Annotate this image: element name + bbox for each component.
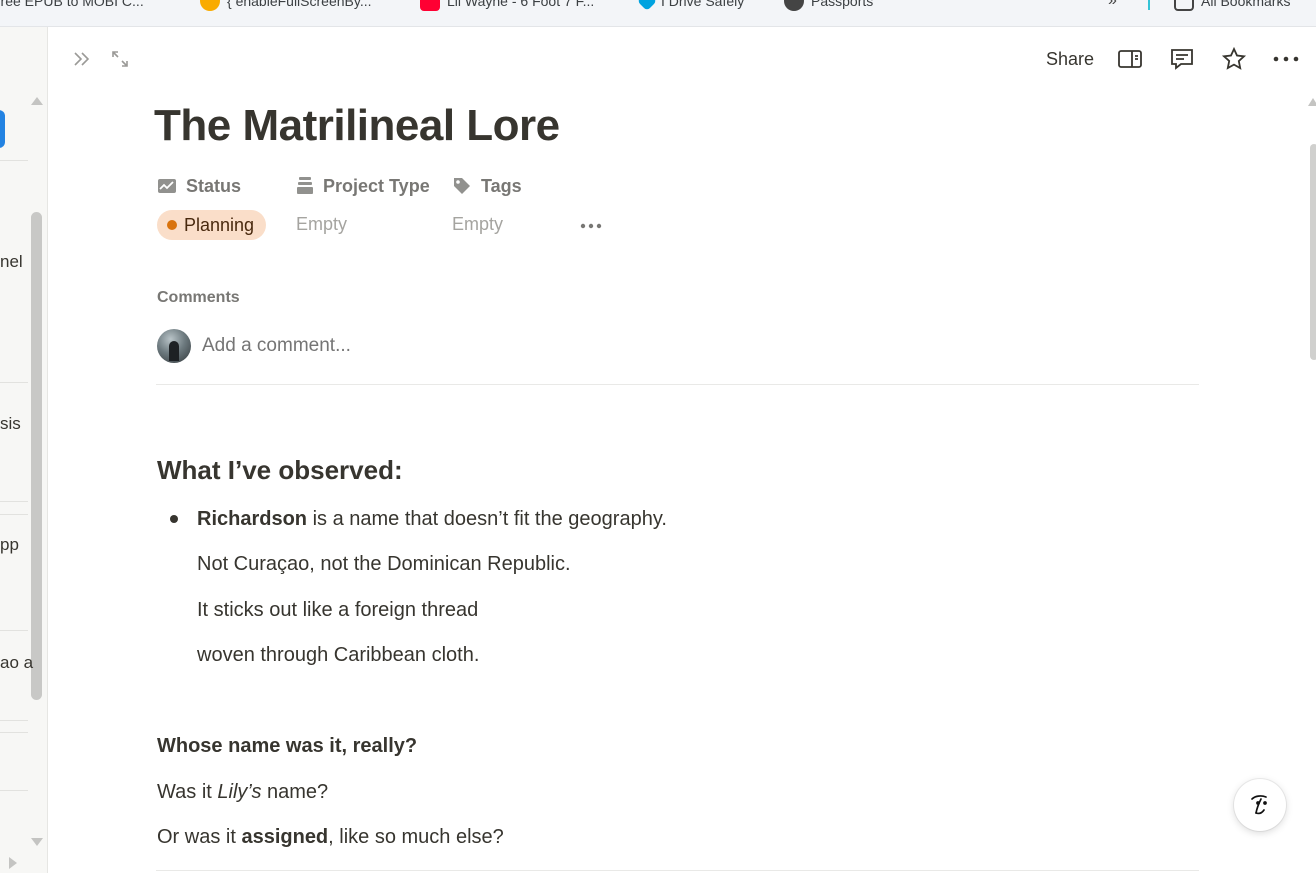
bookmark-label: Passports bbox=[811, 0, 874, 9]
folder-icon bbox=[1174, 0, 1194, 11]
comment-icon[interactable] bbox=[1166, 43, 1198, 75]
bold-text: Whose name was it, really? bbox=[157, 735, 418, 757]
italic-text: Lily’s bbox=[217, 781, 262, 803]
status-label: Status bbox=[186, 175, 242, 196]
tags-value[interactable]: Empty bbox=[452, 214, 503, 235]
status-value: Planning bbox=[184, 214, 255, 235]
bullet-item[interactable]: Richardson is a name that doesn’t fit th… bbox=[197, 508, 667, 531]
project-type-label: Project Type bbox=[323, 175, 430, 196]
sidebar-divider bbox=[0, 501, 28, 502]
bookmarks-bar: Free EPUB to MOBI C... { enableFullScree… bbox=[0, 0, 1316, 27]
star-icon[interactable] bbox=[1218, 43, 1250, 75]
sidebar-toggle-icon[interactable] bbox=[1114, 43, 1146, 75]
section-heading[interactable]: What I’ve observed: bbox=[157, 455, 403, 486]
status-dot bbox=[167, 220, 177, 230]
bold-text: assigned bbox=[241, 826, 329, 848]
text: Or was it bbox=[157, 826, 242, 848]
bookmark-label: I Drive Safely bbox=[661, 0, 745, 9]
comment-row bbox=[157, 329, 502, 363]
bookmark-label: Free EPUB to MOBI C... bbox=[0, 0, 144, 9]
page-actions: Share bbox=[1038, 43, 1302, 75]
bookmark-label: All Bookmarks bbox=[1201, 0, 1291, 9]
youtube-icon bbox=[420, 0, 440, 11]
sidebar-item[interactable]: ao a bbox=[0, 653, 33, 673]
status-property-label[interactable]: Status bbox=[157, 176, 296, 197]
question-heading[interactable]: Whose name was it, really? bbox=[157, 735, 417, 758]
bookmark-item[interactable]: I Drive Safely bbox=[637, 0, 745, 11]
status-icon bbox=[158, 179, 176, 193]
bookmarks-overflow-icon[interactable]: » bbox=[1108, 0, 1117, 10]
sidebar-item[interactable]: pp bbox=[0, 535, 19, 555]
bookmark-item[interactable]: { enableFullScreenBy... bbox=[200, 0, 372, 11]
bullet-line[interactable]: woven through Caribbean cloth. bbox=[197, 644, 479, 667]
page-scrollbar[interactable] bbox=[1310, 144, 1316, 360]
comment-input[interactable] bbox=[202, 335, 502, 357]
sidebar-peek: nel sis pp ao a bbox=[0, 27, 48, 873]
text: Was it bbox=[157, 781, 218, 803]
paragraph[interactable]: Was it Lily’s name? bbox=[157, 781, 328, 804]
bookmark-label: { enableFullScreenBy... bbox=[227, 0, 372, 9]
peek-controls bbox=[70, 47, 132, 71]
scroll-down-arrow-icon[interactable] bbox=[31, 838, 43, 846]
scroll-up-arrow-icon[interactable] bbox=[31, 97, 43, 105]
comments-label: Comments bbox=[157, 289, 240, 306]
sidebar-divider bbox=[0, 790, 28, 791]
comments-divider bbox=[156, 384, 1199, 385]
text: name? bbox=[261, 781, 329, 803]
more-properties-icon[interactable] bbox=[580, 212, 602, 235]
bookmark-item[interactable]: All Bookmarks bbox=[1174, 0, 1290, 11]
scroll-right-arrow-icon[interactable] bbox=[9, 857, 17, 869]
share-button[interactable]: Share bbox=[1038, 45, 1102, 74]
bullet-text: is a name that doesn’t fit the geography… bbox=[307, 508, 667, 530]
project-type-value[interactable]: Empty bbox=[296, 214, 347, 235]
idrive-icon bbox=[637, 0, 657, 11]
sidebar-divider bbox=[0, 630, 28, 631]
bookmark-item[interactable]: Free EPUB to MOBI C... bbox=[0, 0, 144, 11]
bookmark-item[interactable]: Lil Wayne - 6 Foot 7 F... bbox=[420, 0, 594, 11]
page-title[interactable]: The Matrilineal Lore bbox=[154, 101, 560, 151]
tag-icon bbox=[454, 178, 470, 194]
sidebar-scrollbar[interactable] bbox=[31, 212, 42, 700]
sidebar-item[interactable]: sis bbox=[0, 414, 21, 434]
status-badge[interactable]: Planning bbox=[157, 210, 267, 240]
ai-assistant-button[interactable] bbox=[1234, 779, 1286, 831]
globe-icon bbox=[784, 0, 804, 11]
more-icon[interactable] bbox=[1270, 43, 1302, 75]
sidebar-divider bbox=[0, 382, 28, 383]
sidebar-divider bbox=[0, 160, 28, 161]
project-type-property-label[interactable]: Project Type bbox=[296, 176, 452, 197]
bullet-line[interactable]: It sticks out like a foreign thread bbox=[197, 599, 478, 622]
bold-text: Richardson bbox=[197, 508, 308, 530]
ai-face-icon bbox=[1251, 795, 1267, 815]
close-peek-icon[interactable] bbox=[70, 47, 94, 71]
sidebar-divider bbox=[0, 514, 28, 515]
paragraph[interactable]: Or was it assigned, like so much else? bbox=[157, 826, 504, 849]
page-scroll-up-icon[interactable] bbox=[1308, 98, 1316, 106]
bookmark-label: Lil Wayne - 6 Foot 7 F... bbox=[447, 0, 595, 9]
tags-property-label[interactable]: Tags bbox=[452, 176, 522, 197]
bullet-line[interactable]: Not Curaçao, not the Dominican Republic. bbox=[197, 553, 571, 576]
sidebar-selected-indicator[interactable] bbox=[0, 110, 5, 148]
tags-label: Tags bbox=[481, 175, 522, 196]
stack-icon bbox=[297, 177, 313, 194]
emoji-icon bbox=[200, 0, 220, 11]
content-divider bbox=[156, 870, 1199, 871]
expand-icon[interactable] bbox=[108, 47, 132, 71]
text: , like so much else? bbox=[328, 826, 504, 848]
bookmarks-separator bbox=[1148, 0, 1150, 10]
sidebar-item[interactable]: nel bbox=[0, 252, 23, 272]
avatar bbox=[157, 329, 191, 363]
bullet-dot bbox=[170, 515, 178, 523]
sidebar-divider bbox=[0, 720, 28, 721]
sidebar-divider bbox=[0, 732, 28, 733]
bookmark-item[interactable]: Passports bbox=[784, 0, 873, 11]
properties-labels: Status Project Type Tags bbox=[157, 175, 522, 197]
